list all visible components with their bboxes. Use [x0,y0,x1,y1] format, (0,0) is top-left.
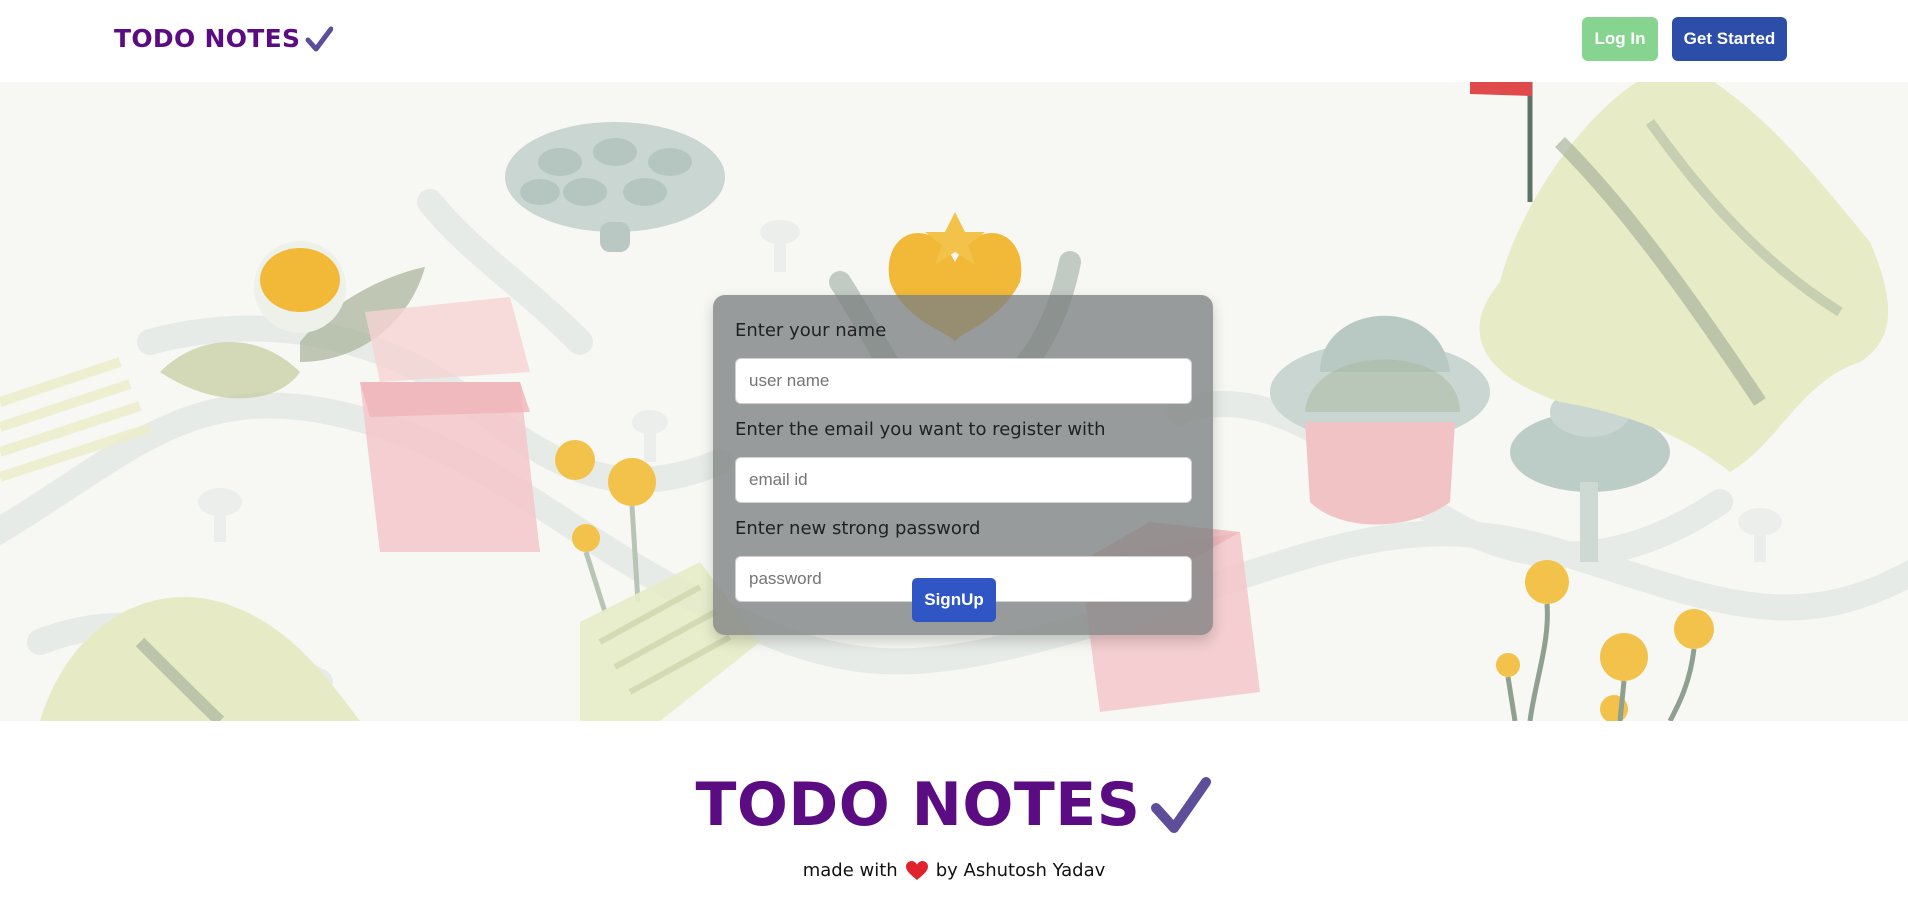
email-input[interactable] [735,457,1192,503]
password-label: Enter new strong password [735,518,981,539]
credit-prefix: made with [802,860,898,881]
name-input[interactable] [735,358,1192,404]
footer-brand: TODO NOTES [0,770,1908,840]
signup-button[interactable]: SignUp [912,578,996,622]
check-icon [1151,777,1212,833]
check-icon [305,26,334,51]
name-label: Enter your name [735,320,887,341]
credit-line: made with by Ashutosh Yadav [0,860,1908,881]
email-label: Enter the email you want to register wit… [735,419,1106,440]
heart-icon [905,860,928,880]
navbar: TODO NOTES Log In Get Started [0,0,1908,82]
hero-section: Enter your name Enter the email you want… [0,82,1908,721]
credit-suffix: by Ashutosh Yadav [935,860,1106,881]
footer-title: TODO NOTES [695,770,1141,840]
get-started-button[interactable]: Get Started [1672,17,1787,61]
login-button[interactable]: Log In [1582,17,1658,61]
brand-logo[interactable]: TODO NOTES [114,24,334,53]
brand-title: TODO NOTES [114,24,301,53]
